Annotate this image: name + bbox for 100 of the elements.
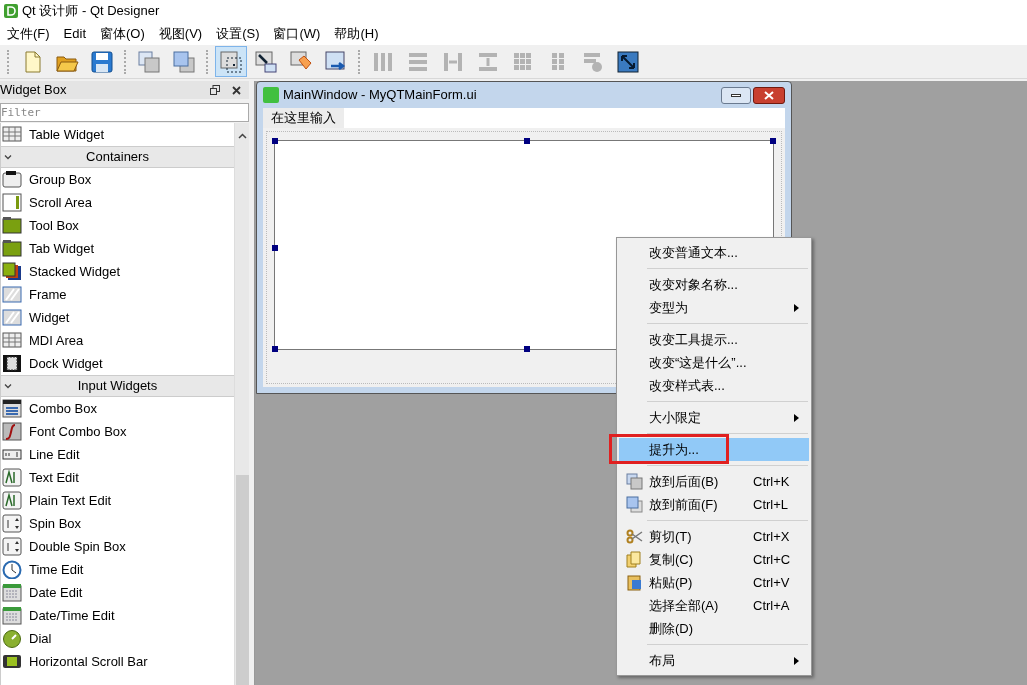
widget-item[interactable]: Widget <box>1 306 234 329</box>
copy-icon <box>625 551 643 568</box>
widget-icon <box>2 170 22 189</box>
menu-action[interactable]: 剪切(T) Ctrl+X <box>619 525 809 548</box>
qt-logo-icon <box>263 87 279 103</box>
toolbar-grip-icon <box>7 49 10 74</box>
widget-item[interactable]: Tool Box <box>1 214 234 237</box>
minimize-button[interactable] <box>721 86 751 104</box>
menu-action[interactable]: 改变普通文本... <box>619 241 809 264</box>
widget-item[interactable]: Scroll Area <box>1 191 234 214</box>
shortcut-label: Ctrl+K <box>753 472 790 491</box>
shortcut-label: Ctrl+C <box>753 550 791 569</box>
toolbar-grip-icon <box>206 49 209 74</box>
widget-item[interactable]: Horizontal Scroll Bar <box>1 650 234 673</box>
menu-action[interactable]: 大小限定 <box>619 406 809 429</box>
bring-front-icon <box>171 48 197 75</box>
widget-item[interactable]: Dial <box>1 627 234 650</box>
widget-item[interactable]: Text Edit <box>1 466 234 489</box>
menu-action[interactable]: 布局 <box>619 649 809 672</box>
category-label: Input Widgets <box>77 377 158 396</box>
edit-widgets-icon <box>218 48 244 75</box>
adjust-size-icon <box>615 48 641 75</box>
widget-item[interactable]: Frame <box>1 283 234 306</box>
menu-item[interactable]: 文件(F) <box>0 22 57 45</box>
form-title: MainWindow - MyQTMainForm.ui <box>283 86 477 105</box>
send-back-icon <box>625 473 643 490</box>
widget-item[interactable]: Dock Widget <box>1 352 234 375</box>
expand-chevron-icon[interactable] <box>4 154 12 160</box>
selection-handle[interactable] <box>770 138 776 144</box>
category-header[interactable]: Containers <box>1 146 234 168</box>
paste-icon <box>625 574 643 591</box>
menu-action[interactable]: 改变样式表... <box>619 374 809 397</box>
widget-icon <box>2 583 22 602</box>
save-icon <box>89 48 115 75</box>
widget-item[interactable]: Table Widget <box>1 123 234 146</box>
menu-action[interactable]: 改变“这是什么”... <box>619 351 809 374</box>
widget-icon <box>2 354 22 373</box>
widget-item[interactable]: Date/Time Edit <box>1 604 234 627</box>
filter-field[interactable]: Filter <box>0 103 249 122</box>
menu-item[interactable]: 设置(S) <box>209 22 267 45</box>
widget-item[interactable]: Date Edit <box>1 581 234 604</box>
selection-handle[interactable] <box>272 138 278 144</box>
menu-action[interactable]: 变型为 <box>619 296 809 319</box>
widget-item[interactable]: Line Edit <box>1 443 234 466</box>
close-icon <box>764 90 774 100</box>
category-header[interactable]: Input Widgets <box>1 375 234 397</box>
close-icon[interactable] <box>232 85 241 95</box>
menu-item[interactable]: 窗体(O) <box>93 22 152 45</box>
menu-action[interactable]: 选择全部(A) Ctrl+A <box>619 594 809 617</box>
shortcut-label: Ctrl+L <box>753 495 789 514</box>
scroll-thumb[interactable] <box>235 475 249 685</box>
widget-item[interactable]: MDI Area <box>1 329 234 352</box>
widget-item[interactable]: Spin Box <box>1 512 234 535</box>
window-title: Qt 设计师 - Qt Designer <box>22 2 160 21</box>
scrollbar[interactable] <box>234 123 249 685</box>
scissors-icon <box>625 528 643 545</box>
widget-item[interactable]: Double Spin Box <box>1 535 234 558</box>
widget-icon <box>2 399 22 418</box>
expand-chevron-icon[interactable] <box>4 383 12 389</box>
selection-handle[interactable] <box>524 138 530 144</box>
widget-icon <box>2 606 22 625</box>
selection-handle[interactable] <box>272 346 278 352</box>
close-button[interactable] <box>753 86 785 104</box>
menu-action[interactable]: 删除(D) <box>619 617 809 640</box>
widget-icon <box>2 125 22 144</box>
widget-icon <box>2 239 22 258</box>
menu-item[interactable]: 窗口(W) <box>266 22 328 45</box>
menu-action[interactable]: 复制(C) Ctrl+C <box>619 548 809 571</box>
bring-front-icon <box>625 496 643 513</box>
widget-icon <box>2 262 22 281</box>
scroll-up-icon[interactable] <box>237 133 247 139</box>
menu-item[interactable]: 帮助(H) <box>327 22 386 45</box>
widget-item[interactable]: Font Combo Box <box>1 420 234 443</box>
menu-placeholder[interactable]: 在这里输入 <box>263 108 344 128</box>
signals-slots-icon <box>253 48 279 75</box>
widget-item[interactable]: Group Box <box>1 168 234 191</box>
panel-title: Widget Box <box>0 81 67 100</box>
menu-action[interactable]: 改变对象名称... <box>619 273 809 296</box>
shortcut-label: Ctrl+A <box>753 596 790 615</box>
menu-action[interactable]: 提升为... <box>619 438 809 461</box>
widget-item[interactable]: Time Edit <box>1 558 234 581</box>
menu-action[interactable]: 改变工具提示... <box>619 328 809 351</box>
menu-action[interactable]: 放到前面(F) Ctrl+L <box>619 493 809 516</box>
widget-item[interactable]: Plain Text Edit <box>1 489 234 512</box>
shortcut-label: Ctrl+X <box>753 527 790 546</box>
widget-item[interactable]: Combo Box <box>1 397 234 420</box>
selection-handle[interactable] <box>272 245 278 251</box>
app-logo-icon <box>4 4 18 18</box>
toolbar-grip-icon <box>124 49 127 74</box>
selection-handle[interactable] <box>524 346 530 352</box>
widget-icon <box>2 422 22 441</box>
menu-item[interactable]: 视图(V) <box>151 22 210 45</box>
widget-icon <box>2 652 22 671</box>
menu-action[interactable]: 粘贴(P) Ctrl+V <box>619 571 809 594</box>
widget-item[interactable]: Tab Widget <box>1 237 234 260</box>
menu-item[interactable]: Edit <box>56 22 93 45</box>
float-icon[interactable] <box>210 85 220 95</box>
widget-icon <box>2 216 22 235</box>
menu-action[interactable]: 放到后面(B) Ctrl+K <box>619 470 809 493</box>
widget-item[interactable]: Stacked Widget <box>1 260 234 283</box>
